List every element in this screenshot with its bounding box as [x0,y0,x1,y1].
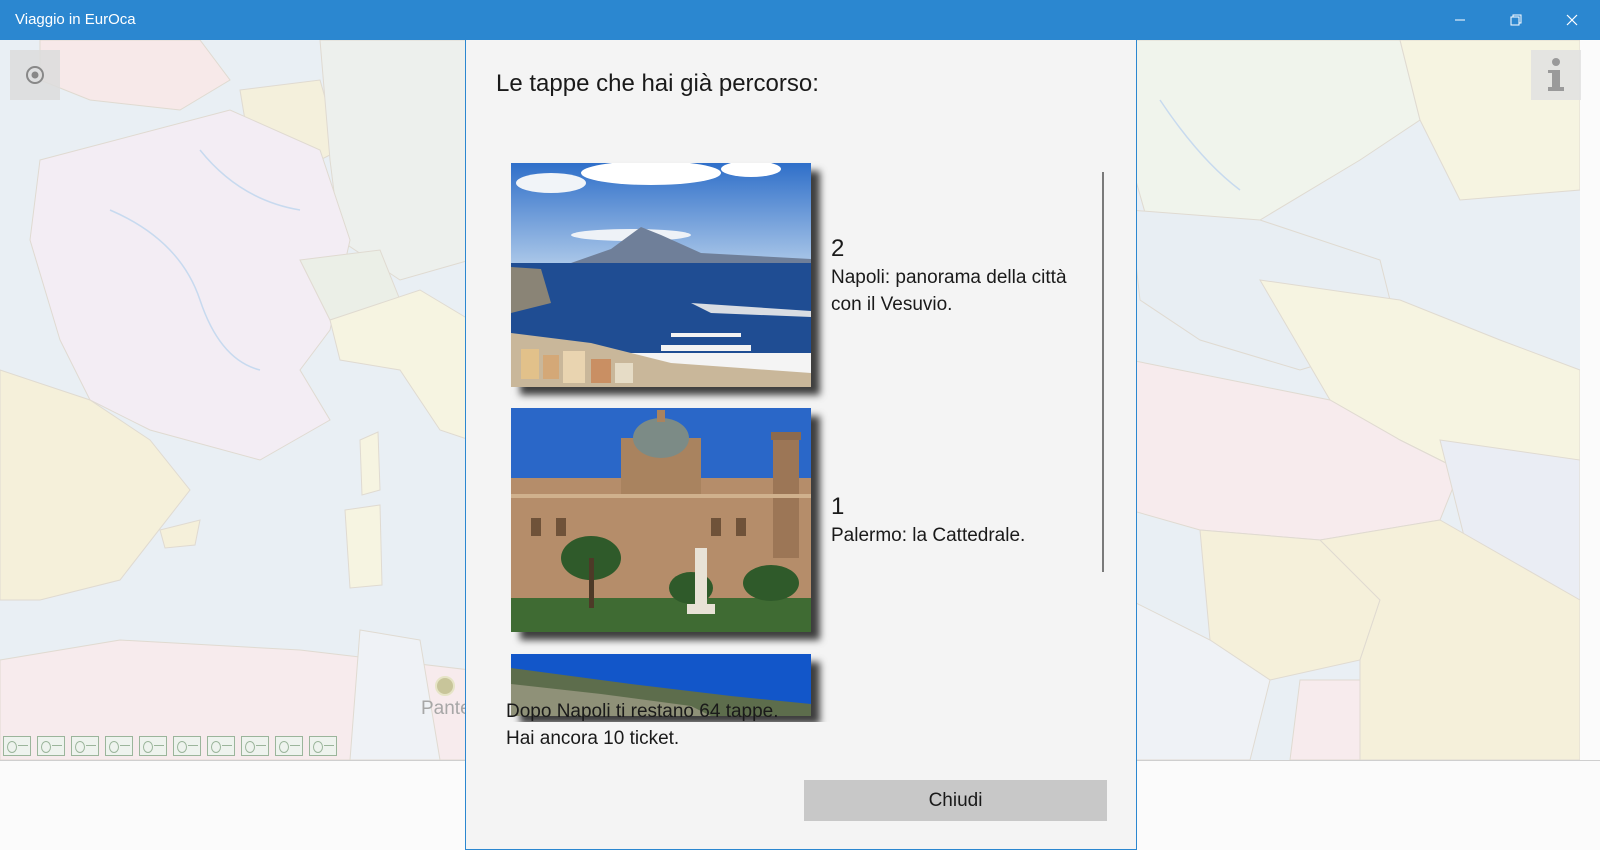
ticket-icon [71,736,99,756]
close-icon [1566,14,1578,26]
stage-number: 1 [831,493,845,520]
stages-scrollbar[interactable] [1102,172,1104,572]
summary-tickets: Hai ancora 10 ticket. [506,728,680,749]
stage-description: Palermo: la Cattedrale. [831,525,1026,546]
ticket-icon [173,736,201,756]
restore-button[interactable] [1488,0,1544,40]
summary-remaining-stages: Dopo Napoli ti restano 64 tappe. [506,701,779,722]
ticket-icon [139,736,167,756]
map-right-margin [1580,40,1600,760]
locate-icon [26,66,44,84]
locate-button[interactable] [10,50,60,100]
stages-list[interactable]: 2 Napoli: panorama della città con il Ve… [466,122,1138,722]
summary-text: Dopo Napoli ti restano 64 tappe. Hai anc… [506,698,779,752]
ticket-icon [37,736,65,756]
minimize-button[interactable] [1432,0,1488,40]
stage-description: Napoli: panorama della città con il Vesu… [831,267,1067,315]
ticket-icon [309,736,337,756]
ticket-icon [3,736,31,756]
map-place-label: Pante [421,698,471,719]
stage-number: 2 [831,235,845,262]
map-stage-marker[interactable] [435,676,455,696]
ticket-icon [105,736,133,756]
stage-photo-palermo [511,408,811,632]
minimize-icon [1455,19,1465,21]
close-button[interactable]: Chiudi [804,780,1107,821]
window-title: Viaggio in EurOca [15,11,136,28]
stages-dialog: Le tappe che hai già percorso: 2 Napoli:… [465,40,1137,850]
restore-icon [1510,14,1522,26]
ticket-tray [3,736,337,756]
title-bar: Viaggio in EurOca [0,0,1600,40]
ticket-icon [241,736,269,756]
info-button[interactable] [1531,50,1581,100]
dialog-title: Le tappe che hai già percorso: [496,70,819,97]
ticket-icon [207,736,235,756]
stage-photo-napoli [511,163,811,387]
info-icon [1548,58,1564,91]
close-window-button[interactable] [1544,0,1600,40]
ticket-icon [275,736,303,756]
